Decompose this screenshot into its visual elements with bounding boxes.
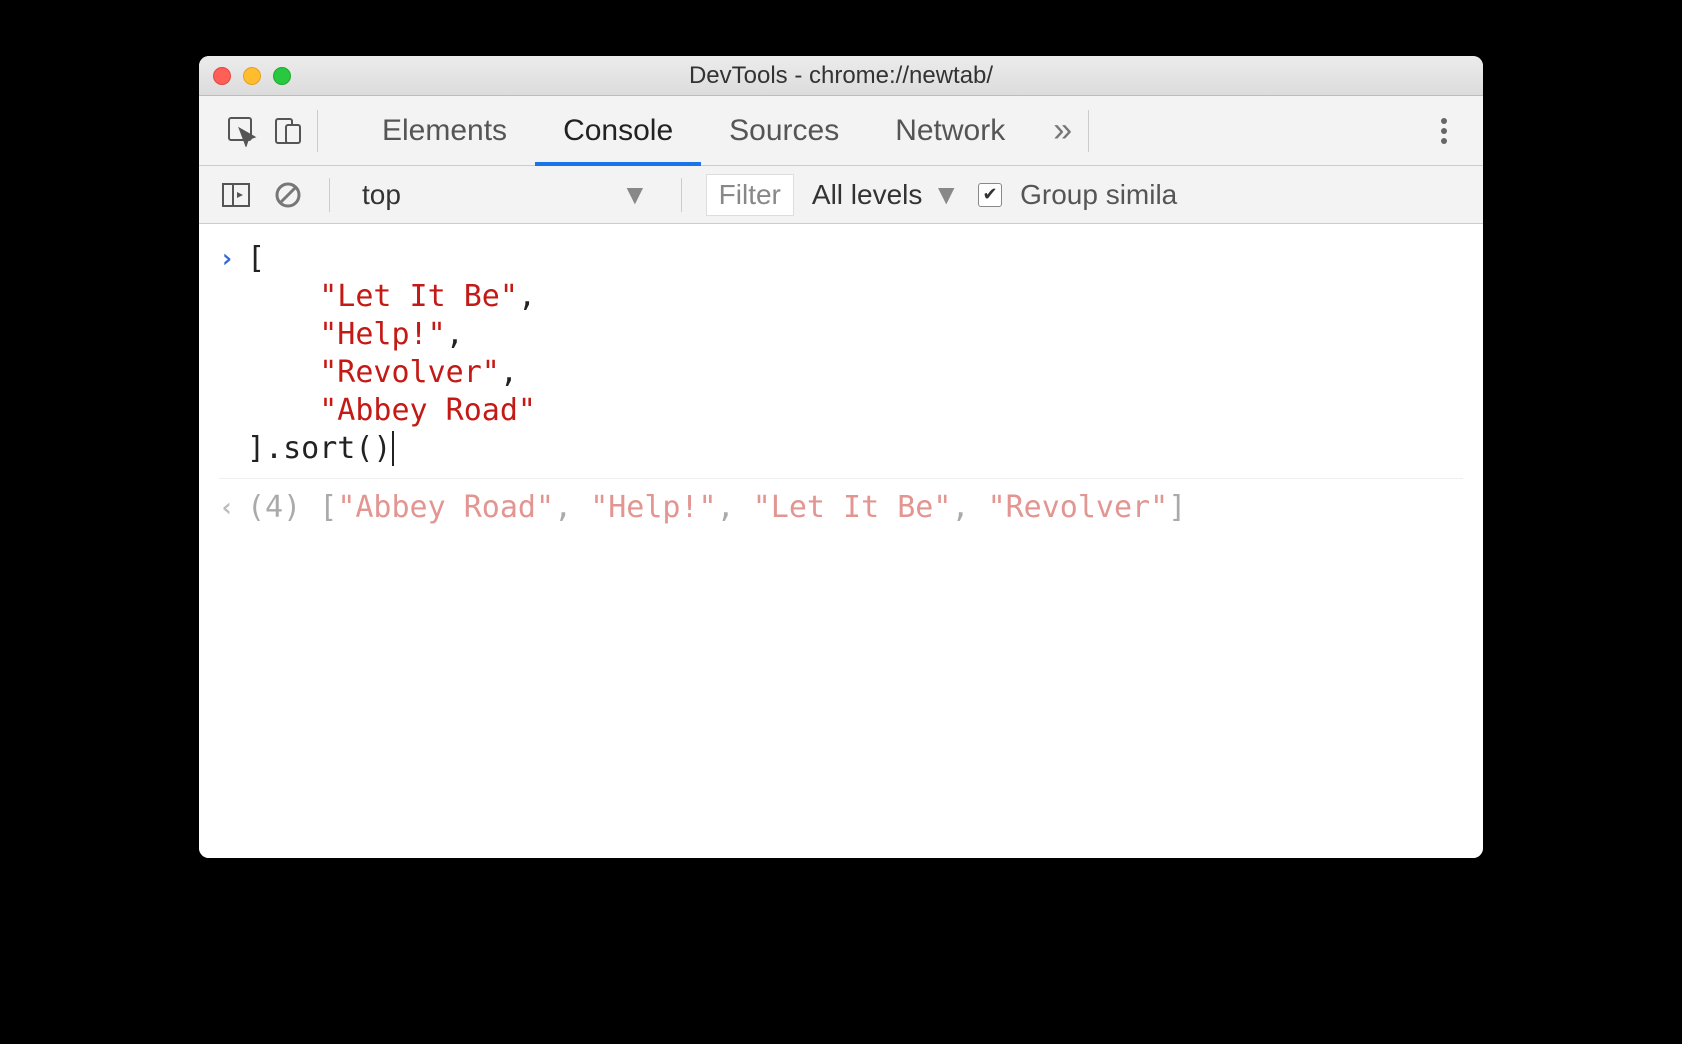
- context-selector[interactable]: top ▼: [354, 175, 657, 215]
- more-options-icon[interactable]: [1425, 115, 1463, 147]
- dropdown-triangle-icon: ▼: [932, 179, 960, 211]
- group-similar-checkbox[interactable]: ✔: [978, 183, 1002, 207]
- titlebar: DevTools - chrome://newtab/: [199, 56, 1483, 96]
- input-prompt-icon: ›: [219, 240, 247, 278]
- clear-console-icon[interactable]: [271, 178, 305, 212]
- divider: [329, 178, 330, 212]
- window-title: DevTools - chrome://newtab/: [689, 62, 993, 90]
- dropdown-triangle-icon: ▼: [621, 179, 649, 211]
- tab-network[interactable]: Network: [867, 96, 1033, 165]
- inspect-element-icon[interactable]: [219, 108, 265, 154]
- divider: [317, 110, 318, 152]
- levels-label: All levels: [812, 179, 922, 211]
- console-input-entry: › [ "Let It Be", "Help!", "Revolver", "A…: [219, 234, 1463, 474]
- divider: [1088, 110, 1089, 152]
- devtools-tabbar: Elements Console Sources Network »: [199, 96, 1483, 166]
- device-toolbar-icon[interactable]: [265, 108, 311, 154]
- tab-console[interactable]: Console: [535, 96, 701, 165]
- devtools-window: DevTools - chrome://newtab/ Elements Con…: [199, 56, 1483, 858]
- minimize-window-button[interactable]: [243, 67, 261, 85]
- console-output-area[interactable]: › [ "Let It Be", "Help!", "Revolver", "A…: [199, 224, 1483, 858]
- console-toolbar: top ▼ Filter All levels ▼ ✔ Group simila: [199, 166, 1483, 224]
- tab-sources[interactable]: Sources: [701, 96, 867, 165]
- tab-elements[interactable]: Elements: [354, 96, 535, 165]
- console-output-code: (4) ["Abbey Road", "Help!", "Let It Be",…: [247, 489, 1186, 527]
- log-levels-selector[interactable]: All levels ▼: [812, 179, 960, 211]
- context-label: top: [362, 179, 401, 211]
- zoom-window-button[interactable]: [273, 67, 291, 85]
- show-console-sidebar-icon[interactable]: [219, 178, 253, 212]
- console-eager-eval-entry: ‹ (4) ["Abbey Road", "Help!", "Let It Be…: [219, 483, 1463, 533]
- window-traffic-lights: [213, 67, 291, 85]
- tabs-overflow-button[interactable]: »: [1043, 111, 1082, 150]
- divider: [681, 178, 682, 212]
- group-similar-label: Group simila: [1020, 179, 1177, 211]
- output-prompt-icon: ‹: [219, 489, 247, 527]
- close-window-button[interactable]: [213, 67, 231, 85]
- panel-tabs: Elements Console Sources Network: [354, 96, 1033, 165]
- filter-input[interactable]: Filter: [706, 174, 794, 216]
- console-input-code[interactable]: [ "Let It Be", "Help!", "Revolver", "Abb…: [247, 240, 536, 468]
- row-divider: [219, 478, 1463, 479]
